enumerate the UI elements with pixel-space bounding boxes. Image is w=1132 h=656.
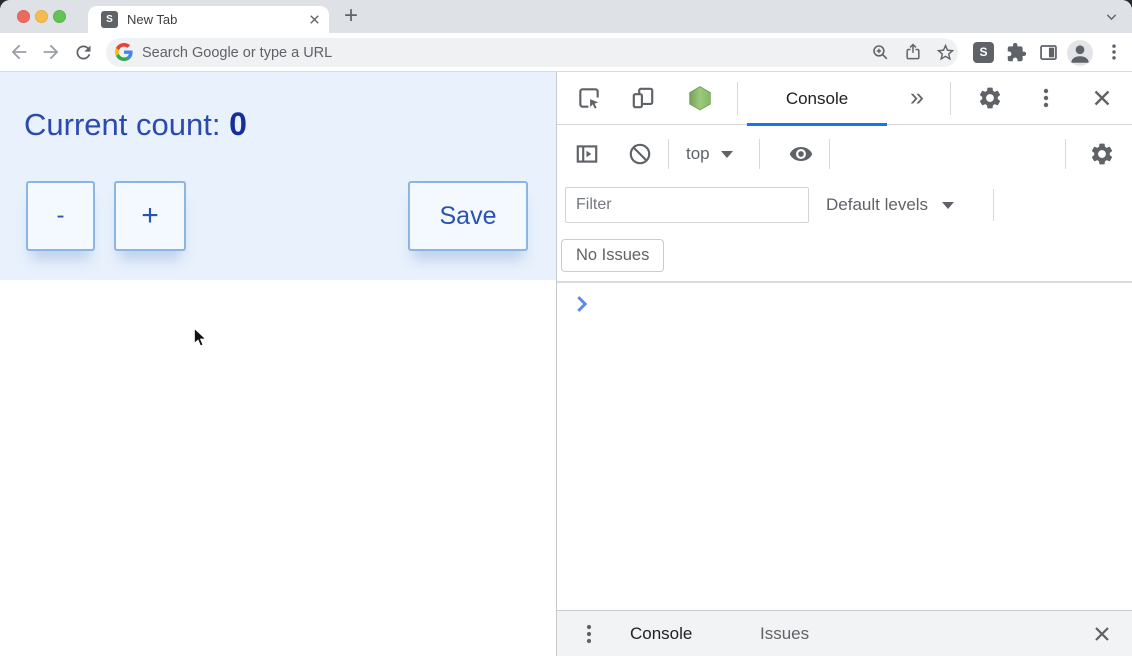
devtools-main-toolbar: Console » <box>557 72 1132 125</box>
drawer-tab-console[interactable]: Console <box>630 611 692 656</box>
address-bar-input[interactable] <box>142 38 702 67</box>
console-filter-input[interactable] <box>565 187 809 223</box>
devtools-panel: Console » top <box>556 72 1132 656</box>
divider <box>759 139 760 169</box>
clear-console-icon[interactable] <box>627 141 653 167</box>
log-levels-label: Default levels <box>826 195 928 215</box>
browser-window: S New Tab + S Cur <box>0 0 1132 656</box>
divider <box>829 139 830 169</box>
counter-panel: Current count: 0 - + Save <box>0 72 556 280</box>
divider <box>1065 139 1066 169</box>
devtools-settings-gear-icon[interactable] <box>977 85 1003 111</box>
devtools-close-icon[interactable] <box>1089 85 1115 111</box>
count-label: Current count: <box>24 107 220 142</box>
divider <box>668 139 669 169</box>
devtools-menu-kebab-icon[interactable] <box>1034 86 1058 110</box>
google-g-icon <box>115 43 133 61</box>
tab-strip: S New Tab + <box>0 0 1132 33</box>
browser-menu-kebab-icon[interactable] <box>1104 42 1124 62</box>
minimize-window-button[interactable] <box>35 10 48 23</box>
console-tab-label: Console <box>786 89 848 108</box>
drawer-close-icon[interactable] <box>1090 622 1114 646</box>
frame-context-selector[interactable]: top <box>686 126 733 182</box>
page-viewport: Current count: 0 - + Save <box>0 72 556 656</box>
chevron-down-icon <box>942 202 954 209</box>
bookmark-star-icon[interactable] <box>935 42 956 63</box>
divider <box>993 189 994 221</box>
drawer-tab-issues[interactable]: Issues <box>760 611 809 656</box>
profile-avatar-icon[interactable] <box>1067 40 1093 66</box>
reload-icon[interactable] <box>73 42 94 63</box>
close-window-button[interactable] <box>17 10 30 23</box>
page-title: Current count: 0 <box>24 106 247 143</box>
extensions-puzzle-icon[interactable] <box>1006 42 1027 63</box>
browser-tab[interactable]: S New Tab <box>88 6 329 33</box>
devtools-drawer: Console Issues <box>557 610 1132 656</box>
decrement-button[interactable]: - <box>26 181 95 251</box>
extension-s-icon[interactable]: S <box>973 42 994 63</box>
count-value: 0 <box>229 106 247 142</box>
address-bar[interactable] <box>106 38 958 67</box>
nodejs-icon[interactable] <box>687 85 713 111</box>
console-sidebar-toggle-icon[interactable] <box>574 141 600 167</box>
zoom-in-icon[interactable] <box>871 43 890 62</box>
browser-toolbar: S <box>0 33 1132 72</box>
live-expression-eye-icon[interactable] <box>788 141 814 167</box>
console-settings-gear-icon[interactable] <box>1089 141 1115 167</box>
inspect-element-icon[interactable] <box>576 85 602 111</box>
content-area: Current count: 0 - + Save Console <box>0 72 1132 656</box>
tab-title: New Tab <box>127 6 177 33</box>
console-prompt-chevron-icon[interactable] <box>576 295 588 313</box>
device-toolbar-icon[interactable] <box>630 85 656 111</box>
console-messages-area[interactable] <box>557 283 1132 610</box>
drawer-menu-kebab-icon[interactable] <box>577 622 601 646</box>
frame-selector-label: top <box>686 144 710 164</box>
tab-close-icon[interactable] <box>307 12 322 27</box>
console-filter-row: Default levels <box>557 180 1132 232</box>
log-levels-dropdown[interactable]: Default levels <box>826 180 954 230</box>
more-tabs-icon[interactable]: » <box>904 72 930 125</box>
tab-favicon-icon: S <box>101 11 118 28</box>
save-button[interactable]: Save <box>408 181 528 251</box>
divider <box>737 82 738 115</box>
issues-row: No Issues <box>557 232 1132 280</box>
share-icon[interactable] <box>903 42 923 62</box>
forward-icon[interactable] <box>40 41 62 63</box>
console-toolbar: top <box>557 126 1132 182</box>
back-icon[interactable] <box>8 41 30 63</box>
tab-console[interactable]: Console <box>747 72 887 125</box>
mouse-cursor <box>193 327 208 349</box>
increment-button[interactable]: + <box>114 181 186 251</box>
no-issues-button[interactable]: No Issues <box>561 239 664 272</box>
side-panel-icon[interactable] <box>1038 42 1059 63</box>
tab-search-chevron-icon[interactable] <box>1103 10 1120 24</box>
maximize-window-button[interactable] <box>53 10 66 23</box>
new-tab-button[interactable]: + <box>344 0 358 33</box>
divider <box>950 82 951 115</box>
chevron-down-icon <box>721 151 733 158</box>
